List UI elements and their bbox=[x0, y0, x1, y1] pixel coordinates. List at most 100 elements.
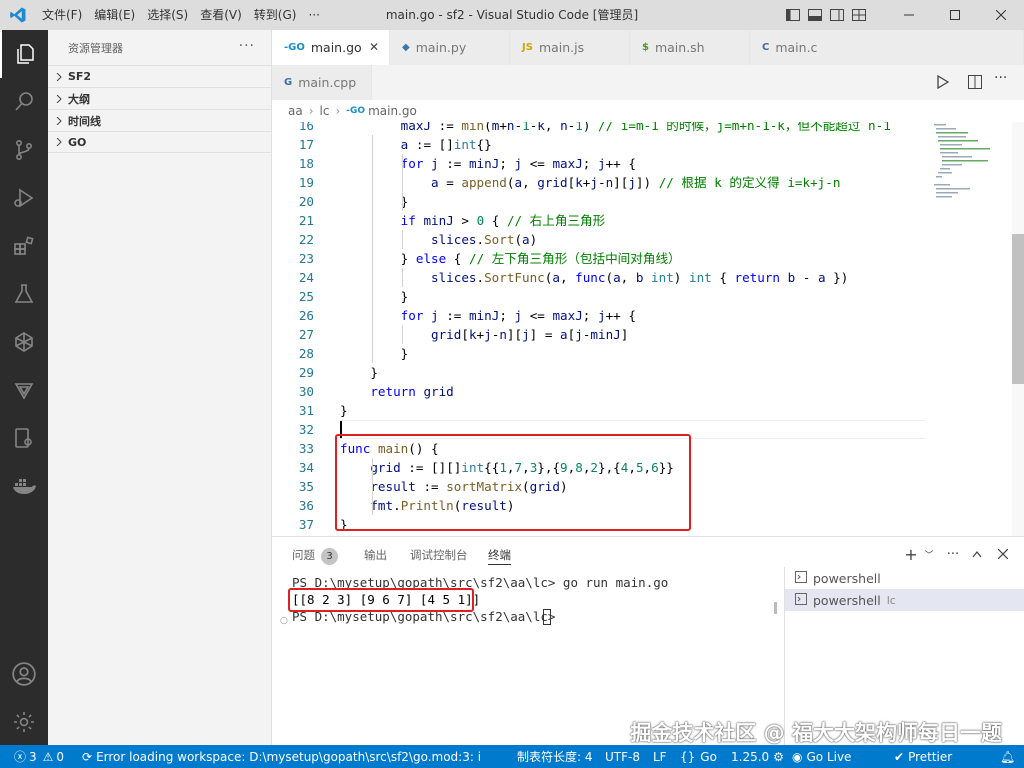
go-live-status[interactable]: ◉ Go Live bbox=[792, 745, 851, 768]
section-outline[interactable]: 大纲 bbox=[48, 87, 271, 109]
code-text: } bbox=[400, 289, 409, 304]
source-control-icon[interactable] bbox=[0, 126, 48, 174]
menu-edit[interactable]: 编辑(E) bbox=[88, 0, 141, 30]
remote-settings-icon[interactable] bbox=[0, 414, 48, 462]
tab-main-js[interactable]: JS main.js bbox=[510, 30, 630, 65]
menu-more[interactable]: ··· bbox=[302, 0, 325, 30]
customize-layout-icon[interactable] bbox=[848, 0, 870, 30]
toggle-sidebar-icon[interactable] bbox=[782, 0, 804, 30]
section-timeline[interactable]: 时间线 bbox=[48, 109, 271, 131]
terminal-scrollbar[interactable] bbox=[774, 602, 777, 614]
code-line[interactable]: 19 a = append(a, grid[k+j-n][j]) // 根据 k… bbox=[272, 173, 1012, 192]
line-number: 21 bbox=[298, 213, 314, 228]
problems-status[interactable]: ⓧ 3 ⚠ 0 bbox=[14, 745, 64, 768]
explorer-icon[interactable] bbox=[0, 30, 48, 78]
tab-output[interactable]: 输出 bbox=[364, 545, 387, 565]
breadcrumb-folder[interactable]: lc bbox=[320, 104, 330, 118]
code-line[interactable]: 23 } else { // 左下角三角形（包括中间对角线） bbox=[272, 249, 1012, 268]
section-go[interactable]: GO bbox=[48, 131, 271, 153]
code-line[interactable]: 16 maxJ := min(m+n-1-k, n-1) // i=m-1 的时… bbox=[272, 122, 1012, 135]
chevron-right-icon bbox=[50, 72, 68, 81]
code-line[interactable]: 30 return grid bbox=[272, 382, 1012, 401]
tab-main-py[interactable]: ◆ main.py bbox=[390, 30, 510, 65]
remote-explorer-icon[interactable] bbox=[0, 318, 48, 366]
line-number: 26 bbox=[298, 308, 314, 323]
code-text: for j := minJ; j <= maxJ; j++ { bbox=[400, 156, 636, 171]
tab-debug-console[interactable]: 调试控制台 bbox=[410, 545, 468, 565]
menu-goto[interactable]: 转到(G) bbox=[248, 0, 303, 30]
tab-label: 问题 bbox=[292, 548, 315, 562]
editor-scrollbar[interactable] bbox=[1012, 122, 1024, 536]
minimap[interactable] bbox=[930, 122, 1000, 202]
code-line[interactable]: 29 } bbox=[272, 363, 1012, 382]
search-icon[interactable] bbox=[0, 78, 48, 126]
docker-icon[interactable] bbox=[0, 462, 48, 510]
settings-gear-icon[interactable] bbox=[0, 698, 48, 746]
encoding-status[interactable]: UTF-8 bbox=[605, 745, 640, 768]
code-line[interactable]: 18 for j := minJ; j <= maxJ; j++ { bbox=[272, 154, 1012, 173]
menu-view[interactable]: 查看(V) bbox=[194, 0, 248, 30]
minimize-button[interactable] bbox=[886, 0, 932, 30]
maximize-panel-icon[interactable] bbox=[966, 543, 988, 565]
code-line[interactable]: 28 } bbox=[272, 344, 1012, 363]
testing-flask-icon[interactable] bbox=[0, 270, 48, 318]
close-button[interactable] bbox=[978, 0, 1024, 30]
breadcrumb-file[interactable]: main.go bbox=[368, 104, 417, 118]
toggle-secondary-sidebar-icon[interactable] bbox=[826, 0, 848, 30]
problems-count-badge: 3 bbox=[321, 548, 338, 565]
tab-terminal[interactable]: 终端 bbox=[488, 545, 511, 565]
notifications-bell-icon[interactable]: 🔔︎ bbox=[1000, 745, 1015, 768]
chevron-right-icon bbox=[50, 138, 68, 146]
toggle-panel-icon[interactable] bbox=[804, 0, 826, 30]
code-line[interactable]: 25 } bbox=[272, 287, 1012, 306]
section-sf2[interactable]: SF2 bbox=[48, 65, 271, 87]
code-line[interactable]: 21 if minJ > 0 { // 右上角三角形 bbox=[272, 211, 1012, 230]
code-line[interactable]: 17 a := []int{} bbox=[272, 135, 1012, 154]
code-line[interactable]: 26 for j := minJ; j <= maxJ; j++ { bbox=[272, 306, 1012, 325]
close-tab-icon[interactable]: ✕ bbox=[369, 40, 379, 54]
tab-problems[interactable]: 问题 3 bbox=[292, 545, 338, 565]
go-version-status[interactable]: 1.25.0 ⚙ bbox=[731, 745, 784, 768]
code-line[interactable]: 20 } bbox=[272, 192, 1012, 211]
menu-file[interactable]: 文件(F) bbox=[36, 0, 88, 30]
tab-size-status[interactable]: 制表符长度: 4 bbox=[517, 745, 593, 768]
error-icon: ⓧ bbox=[14, 750, 27, 764]
code-line[interactable]: 24 slices.SortFunc(a, func(a, b int) int… bbox=[272, 268, 1012, 287]
extensions-icon[interactable] bbox=[0, 222, 48, 270]
go-version-label: 1.25.0 bbox=[731, 749, 770, 764]
code-line[interactable]: 31} bbox=[272, 401, 1012, 420]
breadcrumb-folder[interactable]: aa bbox=[288, 104, 303, 118]
scrollbar-thumb[interactable] bbox=[1012, 234, 1024, 384]
code-text: grid[k+j-n][j] = a[j-minJ] bbox=[431, 327, 629, 342]
panel-more-icon[interactable]: ··· bbox=[942, 543, 964, 565]
language-status[interactable]: {} Go bbox=[680, 745, 717, 768]
activity-bar bbox=[0, 30, 48, 745]
sidebar-more-button[interactable]: ··· bbox=[239, 38, 255, 54]
prettier-status[interactable]: ✔ Prettier bbox=[894, 745, 952, 768]
go-live-label: Go Live bbox=[806, 749, 852, 764]
menu-selection[interactable]: 选择(S) bbox=[141, 0, 194, 30]
line-number: 31 bbox=[298, 403, 314, 418]
run-debug-icon[interactable] bbox=[0, 174, 48, 222]
terminal-item[interactable]: powershell bbox=[785, 567, 1024, 589]
run-file-icon[interactable] bbox=[937, 74, 950, 92]
tab-main-cpp[interactable]: G main.cpp bbox=[272, 65, 372, 100]
maximize-button[interactable] bbox=[932, 0, 978, 30]
tab-main-sh[interactable]: $ main.sh bbox=[630, 30, 750, 65]
chevron-down-icon[interactable]: ﹀ bbox=[918, 543, 940, 565]
workspace-error-status[interactable]: ⟳ Error loading workspace: D:\mysetup\gop… bbox=[82, 745, 482, 768]
chevron-right-icon: › bbox=[308, 104, 314, 118]
editor-more-icon[interactable]: ··· bbox=[994, 70, 1007, 86]
close-panel-icon[interactable] bbox=[992, 543, 1014, 565]
split-editor-icon[interactable] bbox=[968, 75, 982, 92]
gitlens-triangle-icon[interactable] bbox=[0, 366, 48, 414]
terminal-item-selected[interactable]: powershell lc bbox=[785, 589, 1024, 611]
code-line[interactable]: 27 grid[k+j-n][j] = a[j-minJ] bbox=[272, 325, 1012, 344]
code-line[interactable]: 22 slices.Sort(a) bbox=[272, 230, 1012, 249]
tab-main-c[interactable]: C main.c bbox=[750, 30, 1024, 65]
code-text: slices.Sort(a) bbox=[431, 232, 538, 247]
chevron-right-icon bbox=[50, 94, 68, 103]
account-icon[interactable] bbox=[0, 650, 48, 698]
eol-status[interactable]: LF bbox=[653, 745, 667, 768]
tab-main-go[interactable]: -GO main.go ✕ bbox=[272, 30, 390, 65]
